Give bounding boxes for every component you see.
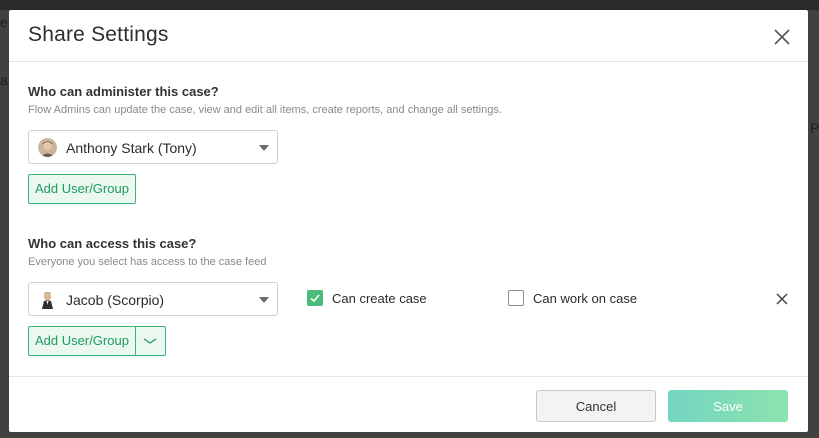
checkmark-icon (310, 294, 320, 303)
access-user-name: Jacob (Scorpio) (66, 292, 165, 308)
modal-title: Share Settings (28, 23, 169, 46)
save-button[interactable]: Save (668, 390, 788, 422)
background-text-fragment: P (810, 120, 819, 136)
caret-down-icon (259, 145, 269, 151)
admin-section-description: Flow Admins can update the case, view an… (28, 104, 502, 116)
can-create-case-checkbox[interactable] (307, 290, 323, 306)
admin-user-name: Anthony Stark (Tony) (66, 140, 197, 156)
add-access-dropdown-toggle[interactable] (134, 327, 165, 355)
remove-access-row-button[interactable] (776, 292, 788, 305)
close-icon (774, 29, 790, 45)
can-create-case-toggle[interactable]: Can create case (307, 290, 427, 306)
avatar (38, 290, 57, 309)
share-settings-modal: Share Settings Who can administer this c… (9, 10, 808, 432)
modal-header: Share Settings (9, 10, 808, 62)
close-icon (776, 293, 788, 305)
add-admin-button-label: Add User/Group (35, 181, 129, 196)
add-access-split-button: Add User/Group (28, 326, 166, 356)
can-work-on-case-label: Can work on case (533, 290, 638, 306)
admin-user-select[interactable]: Anthony Stark (Tony) (28, 130, 278, 164)
add-admin-button[interactable]: Add User/Group (28, 174, 136, 204)
chevron-down-icon (144, 338, 157, 344)
admin-section-title: Who can administer this case? (28, 84, 219, 99)
background-top-bar (0, 0, 819, 10)
can-create-case-label: Can create case (332, 290, 427, 306)
modal-footer: Cancel Save (9, 376, 808, 432)
cancel-button[interactable]: Cancel (536, 390, 656, 422)
access-user-select[interactable]: Jacob (Scorpio) (28, 282, 278, 316)
caret-down-icon (259, 297, 269, 303)
can-work-on-case-checkbox[interactable] (508, 290, 524, 306)
access-section-title: Who can access this case? (28, 236, 197, 251)
access-section-description: Everyone you select has access to the ca… (28, 256, 267, 268)
avatar (38, 138, 57, 157)
add-access-button[interactable]: Add User/Group (29, 327, 135, 355)
background-text-fragment: e (0, 14, 8, 30)
close-button[interactable] (772, 27, 792, 47)
background-text-fragment: a (0, 72, 8, 88)
can-work-on-case-toggle[interactable]: Can work on case (508, 290, 637, 306)
